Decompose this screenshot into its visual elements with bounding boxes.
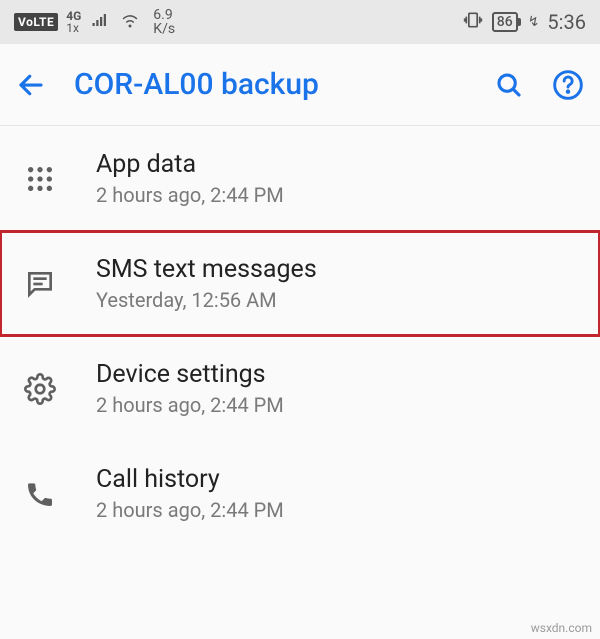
list-item-call-history[interactable]: Call history 2 hours ago, 2:44 PM	[0, 441, 600, 546]
phone-icon	[20, 478, 60, 510]
item-subtitle: 2 hours ago, 2:44 PM	[96, 183, 580, 207]
list-item-app-data[interactable]: App data 2 hours ago, 2:44 PM	[0, 126, 600, 231]
item-subtitle: 2 hours ago, 2:44 PM	[96, 498, 580, 522]
item-title: Call history	[96, 465, 580, 494]
item-title: App data	[96, 150, 580, 179]
watermark: wsxdn.com	[531, 621, 592, 635]
battery-icon: 86	[492, 12, 518, 32]
network-type: 4G 1x	[66, 10, 81, 34]
item-subtitle: Yesterday, 12:56 AM	[96, 288, 580, 312]
charging-icon: ↯	[528, 14, 540, 30]
net-speed: 6.9 K/s	[153, 8, 175, 36]
network-bottom: 1x	[66, 22, 81, 34]
item-title: Device settings	[96, 360, 580, 389]
list-item-sms[interactable]: SMS text messages Yesterday, 12:56 AM	[0, 231, 600, 336]
net-speed-unit: K/s	[153, 22, 175, 36]
status-left: VoLTE 4G 1x 6.9 K/s	[14, 8, 175, 36]
clock: 5:36	[547, 10, 586, 34]
list-item-device-settings[interactable]: Device settings 2 hours ago, 2:44 PM	[0, 336, 600, 441]
search-icon[interactable]	[494, 70, 524, 100]
vibrate-icon	[462, 10, 484, 34]
item-subtitle: 2 hours ago, 2:44 PM	[96, 393, 580, 417]
net-speed-value: 6.9	[153, 8, 175, 22]
wifi-icon	[119, 11, 141, 33]
battery-level: 86	[497, 14, 513, 30]
apps-icon	[20, 163, 60, 195]
help-icon[interactable]	[552, 69, 584, 101]
message-icon	[20, 268, 60, 300]
signal-icon	[89, 11, 111, 33]
status-bar: VoLTE 4G 1x 6.9 K/s 86 ↯ 5:36	[0, 0, 600, 44]
gear-icon	[20, 373, 60, 405]
status-right: 86 ↯ 5:36	[462, 10, 586, 34]
item-title: SMS text messages	[96, 255, 580, 284]
page-title: COR-AL00 backup	[74, 67, 466, 102]
back-icon[interactable]	[16, 70, 46, 100]
volte-badge: VoLTE	[14, 13, 58, 31]
app-bar: COR-AL00 backup	[0, 44, 600, 126]
backup-list: App data 2 hours ago, 2:44 PM SMS text m…	[0, 126, 600, 546]
